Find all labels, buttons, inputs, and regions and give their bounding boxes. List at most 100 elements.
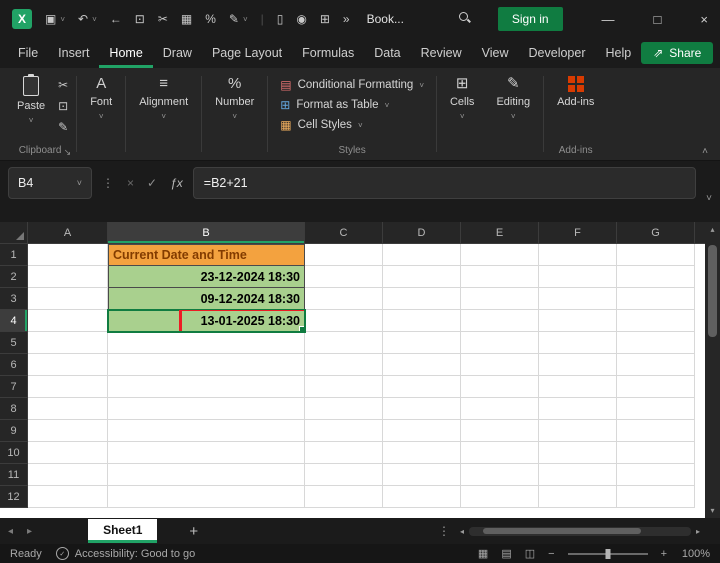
cell-f8[interactable] [539, 398, 617, 420]
cell-g6[interactable] [617, 354, 695, 376]
cell-e3[interactable] [461, 288, 539, 310]
cell-g10[interactable] [617, 442, 695, 464]
cell-c9[interactable] [305, 420, 383, 442]
font-button[interactable]: A Font ˅ [81, 70, 121, 122]
name-box-chevron-down-icon[interactable]: ˅ [77, 178, 82, 188]
cell-d4[interactable] [383, 310, 461, 332]
undo-chevron-down-icon[interactable]: ˅ [92, 15, 97, 24]
vertical-scroll-track[interactable] [705, 237, 720, 503]
accessibility-status[interactable]: ✓ Accessibility: Good to go [55, 547, 195, 560]
zoom-knob[interactable] [605, 548, 611, 559]
tab-help[interactable]: Help [596, 38, 642, 68]
cell-a10[interactable] [28, 442, 108, 464]
row-header-6[interactable]: 6 [0, 354, 28, 376]
tab-insert[interactable]: Insert [48, 38, 99, 68]
cell-b7[interactable] [108, 376, 305, 398]
sheet-nav-right-icon[interactable]: ▸ [27, 526, 32, 537]
cell-c4[interactable] [305, 310, 383, 332]
maximize-button[interactable]: □ [654, 12, 662, 27]
cell-a2[interactable] [28, 266, 108, 288]
cell-f10[interactable] [539, 442, 617, 464]
cell-g4[interactable] [617, 310, 695, 332]
cell-d1[interactable] [383, 244, 461, 266]
cell-f6[interactable] [539, 354, 617, 376]
cell-e7[interactable] [461, 376, 539, 398]
cell-f7[interactable] [539, 376, 617, 398]
horizontal-scroll-thumb[interactable] [482, 528, 641, 534]
number-button[interactable]: % Number ˅ [206, 70, 263, 122]
more-commands-icon[interactable]: » [343, 12, 350, 26]
cell-g11[interactable] [617, 464, 695, 486]
cell-e9[interactable] [461, 420, 539, 442]
save-icon[interactable]: ▣ [45, 12, 56, 26]
name-box[interactable]: B4 ˅ [8, 167, 92, 199]
share-button[interactable]: ⇗ Share [641, 42, 714, 64]
cells-button[interactable]: ⊞ Cells ˅ [441, 70, 483, 122]
percent-icon[interactable]: % [205, 12, 216, 26]
cell-c1[interactable] [305, 244, 383, 266]
ribbon-format-painter-button[interactable]: ✎ [58, 120, 68, 134]
vertical-scrollbar[interactable]: ▴ ▾ [705, 222, 720, 518]
column-header-a[interactable]: A [28, 222, 108, 243]
tab-page-layout[interactable]: Page Layout [202, 38, 292, 68]
row-header-5[interactable]: 5 [0, 332, 28, 354]
sign-in-button[interactable]: Sign in [497, 7, 563, 31]
zoom-in-icon[interactable]: + [661, 548, 667, 560]
tab-data[interactable]: Data [364, 38, 410, 68]
tab-review[interactable]: Review [411, 38, 472, 68]
horizontal-scroll-track[interactable] [468, 526, 691, 536]
scroll-right-icon[interactable]: ▸ [696, 527, 700, 536]
select-all-button[interactable] [0, 222, 28, 243]
cell-styles-button[interactable]: ▦ Cell Styles ˅ [280, 118, 362, 132]
tab-view[interactable]: View [472, 38, 519, 68]
row-header-9[interactable]: 9 [0, 420, 28, 442]
cell-c6[interactable] [305, 354, 383, 376]
cell-d10[interactable] [383, 442, 461, 464]
row-header-11[interactable]: 11 [0, 464, 28, 486]
cell-e10[interactable] [461, 442, 539, 464]
alignment-button[interactable]: ≡ Alignment ˅ [130, 70, 197, 122]
cell-f12[interactable] [539, 486, 617, 508]
horizontal-scrollbar[interactable]: ◂ ▸ [460, 526, 700, 536]
tab-home[interactable]: Home [99, 38, 152, 68]
cell-e1[interactable] [461, 244, 539, 266]
back-icon[interactable]: ← [110, 12, 122, 26]
cell-d11[interactable] [383, 464, 461, 486]
cell-a1[interactable] [28, 244, 108, 266]
sheet-tab-sheet1[interactable]: Sheet1 [88, 519, 158, 543]
cell-b11[interactable] [108, 464, 305, 486]
cell-e12[interactable] [461, 486, 539, 508]
row-header-12[interactable]: 12 [0, 486, 28, 508]
collapse-ribbon-icon[interactable]: ˄ [702, 146, 708, 157]
scroll-left-icon[interactable]: ◂ [460, 527, 464, 536]
cell-e5[interactable] [461, 332, 539, 354]
cell-c8[interactable] [305, 398, 383, 420]
insert-function-icon[interactable]: ƒx [170, 176, 183, 190]
cell-c2[interactable] [305, 266, 383, 288]
cell-a5[interactable] [28, 332, 108, 354]
cell-c12[interactable] [305, 486, 383, 508]
row-header-8[interactable]: 8 [0, 398, 28, 420]
column-header-g[interactable]: G [617, 222, 695, 243]
format-painter-icon[interactable]: ✎ [229, 12, 239, 26]
tab-file[interactable]: File [8, 38, 48, 68]
vertical-scroll-thumb[interactable] [708, 245, 717, 337]
expand-formula-bar-icon[interactable]: ˅ [706, 193, 712, 204]
row-header-4[interactable]: 4 [0, 310, 28, 332]
cell-g12[interactable] [617, 486, 695, 508]
cell-f9[interactable] [539, 420, 617, 442]
view-page-break-icon[interactable]: ◫ [525, 547, 535, 560]
undo-icon[interactable]: ↶ [78, 12, 88, 26]
cell-f11[interactable] [539, 464, 617, 486]
column-header-d[interactable]: D [383, 222, 461, 243]
cell-c7[interactable] [305, 376, 383, 398]
cell-a9[interactable] [28, 420, 108, 442]
column-header-c[interactable]: C [305, 222, 383, 243]
cell-b8[interactable] [108, 398, 305, 420]
cell-c3[interactable] [305, 288, 383, 310]
cell-f2[interactable] [539, 266, 617, 288]
cell-g9[interactable] [617, 420, 695, 442]
cell-e11[interactable] [461, 464, 539, 486]
cell-c5[interactable] [305, 332, 383, 354]
cell-g7[interactable] [617, 376, 695, 398]
